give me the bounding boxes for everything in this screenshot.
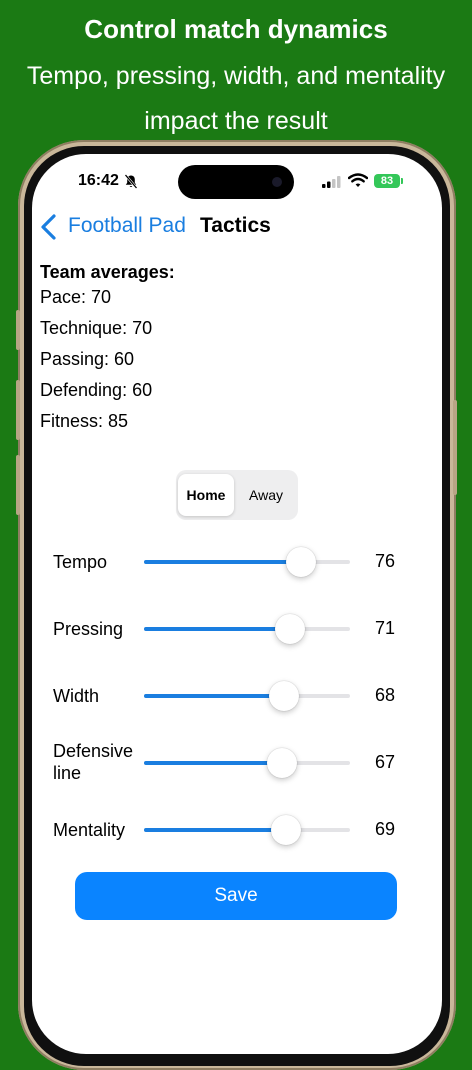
slider-thumb[interactable] [271,815,301,845]
bell-muted-icon [124,174,138,194]
slider-label-line: Mentality [53,820,126,840]
team-average-defending: Defending: 60 [40,380,153,400]
slider-track[interactable] [144,761,350,765]
slider-label: Defensive line [53,740,133,784]
slider-value: 76 [375,551,396,571]
slider-label-line: Width [53,686,100,706]
team-average-pace: Pace: 70 [40,287,112,307]
team-average-passing: Passing: 60 [40,349,135,369]
slider-thumb[interactable] [267,748,297,778]
front-camera [272,177,282,187]
wifi-icon [347,173,369,193]
slider-track[interactable] [144,560,350,564]
slider-label-line: Defensive [53,741,134,761]
slider-track[interactable] [144,694,350,698]
slider-row: Width 68 [32,671,442,721]
team-average-technique: Technique: 70 [40,318,153,338]
slider-label-line: Tempo [53,552,108,572]
page-title: Tactics [200,214,271,237]
slider-row: Pressing 71 [32,604,442,654]
slider-label: Width [53,685,99,707]
slider-value: 67 [375,752,396,772]
phone-volume-down-button [16,455,20,515]
segment-away[interactable]: Away [238,474,294,516]
phone-screen: 16:42 83 Football Pad Tactics Team avera… [32,154,442,1054]
slider-track[interactable] [144,828,350,832]
slider-value: 68 [375,685,396,705]
cellular-signal-icon [322,175,342,193]
phone-side-button [16,310,20,350]
segment-home[interactable]: Home [178,474,234,516]
slider-thumb[interactable] [286,547,316,577]
phone-volume-up-button [16,380,20,440]
slider-track-fill [144,627,290,631]
dynamic-island [178,165,294,199]
team-averages-title: Team averages: [40,262,175,282]
slider-track-fill [144,694,284,698]
slider-row: Mentality 69 [32,805,442,855]
chevron-left-icon [40,214,58,245]
promo-subtitle-line1: Tempo, pressing, width, and mentality [26,62,446,90]
back-button-label: Football Pad [68,214,186,237]
slider-label: Pressing [53,618,123,640]
slider-label-line: Pressing [53,619,124,639]
slider-track[interactable] [144,627,350,631]
status-time: 16:42 [78,172,119,189]
home-away-segmented-control: Home Away [176,470,298,520]
slider-row: Tempo 76 [32,537,442,587]
slider-label: Tempo [53,551,107,573]
slider-track-fill [144,560,301,564]
promo-subtitle-line2: impact the result [144,107,328,135]
slider-value: 71 [375,618,396,638]
slider-track-fill [144,761,282,765]
save-button[interactable]: Save [75,872,397,920]
slider-label: Mentality [53,819,125,841]
slider-label-line: line [53,763,82,783]
phone-power-button [453,400,457,495]
battery-icon: 83 [374,174,400,188]
slider-thumb[interactable] [269,681,299,711]
slider-row: Defensive line 67 [32,738,442,788]
slider-track-fill [144,828,286,832]
team-average-fitness: Fitness: 85 [40,411,129,431]
slider-value: 69 [375,819,396,839]
promo-title: Control match dynamics [84,14,388,44]
battery-tip [401,178,403,184]
slider-thumb[interactable] [275,614,305,644]
